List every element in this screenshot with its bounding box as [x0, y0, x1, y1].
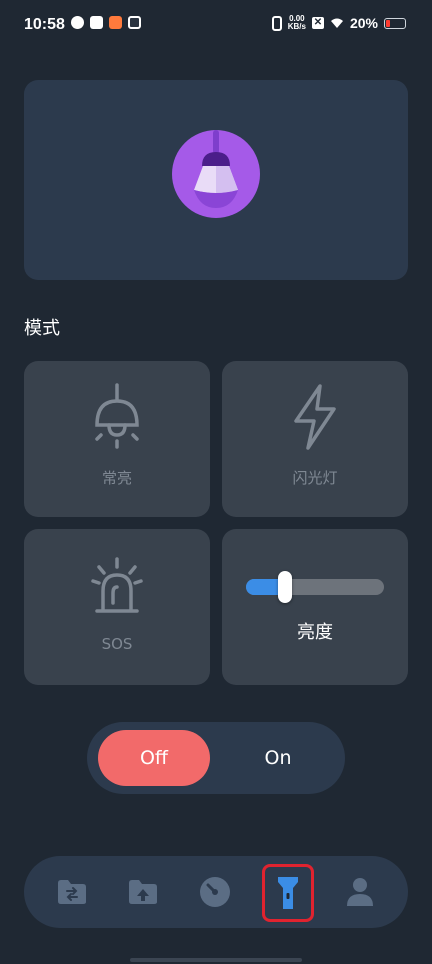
flashlight-icon: [278, 877, 298, 909]
brightness-slider[interactable]: [246, 571, 384, 603]
brightness-card: 亮度: [222, 529, 408, 685]
hero-card: [24, 80, 408, 280]
section-title-mode: 模式: [24, 318, 60, 339]
status-time: 10:58: [24, 16, 65, 33]
system-status: 0.00 KB/s ✕ 20%: [271, 14, 406, 31]
off-button[interactable]: Off: [98, 730, 210, 786]
brightness-slider-thumb[interactable]: [278, 571, 292, 603]
vibrate-icon: [271, 15, 282, 31]
battery-icon: [384, 17, 406, 29]
mode-label: 常亮: [101, 469, 132, 487]
folder-transfer-icon: [58, 880, 86, 904]
nav-item-profile[interactable]: [342, 874, 378, 910]
shop-notification-icon: [109, 16, 122, 29]
app-notification-icon: [71, 16, 84, 29]
mode-card-sos[interactable]: SOS: [24, 529, 210, 685]
nav-item-upload[interactable]: [125, 874, 161, 910]
play-notification-icon: [128, 16, 141, 29]
on-button[interactable]: On: [222, 730, 334, 786]
power-toggle: Off On: [87, 722, 345, 794]
light-bulb-icon: [172, 130, 260, 218]
nav-item-transfer[interactable]: [54, 874, 90, 910]
home-indicator: [130, 958, 302, 962]
status-bar: 10:58 0.00 KB/s ✕ 20%: [0, 0, 432, 52]
wifi-icon: [330, 18, 343, 28]
no-sim-icon: ✕: [311, 17, 324, 29]
bottom-nav: [24, 856, 408, 928]
alarm-siren-icon: [91, 557, 143, 613]
nav-item-flashlight[interactable]: [262, 864, 314, 922]
mode-label: SOS: [101, 635, 133, 653]
gauge-icon: [200, 877, 230, 907]
folder-upload-icon: [129, 880, 157, 904]
mode-card-steady[interactable]: 常亮: [24, 361, 210, 517]
mode-card-strobe[interactable]: 闪光灯: [222, 361, 408, 517]
person-icon: [347, 878, 373, 906]
brightness-label: 亮度: [297, 622, 333, 643]
lightning-bolt-icon: [294, 384, 336, 450]
net-speed: 0.00 KB/s: [287, 14, 306, 31]
ceiling-lamp-icon: [95, 383, 139, 449]
mode-label: 闪光灯: [292, 469, 338, 487]
mail-notification-icon: [90, 16, 103, 29]
battery-percent: 20%: [349, 15, 378, 31]
nav-item-gauge[interactable]: [197, 874, 233, 910]
notification-icons: [71, 16, 141, 29]
